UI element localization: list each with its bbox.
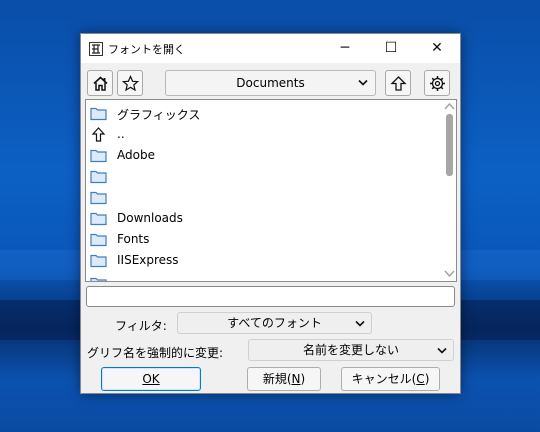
rename-glyphs-dropdown-value: 名前を変更しない (302, 343, 399, 357)
filter-dropdown-value: すべてのフォント (227, 316, 322, 330)
folder-icon (90, 170, 107, 184)
rename-glyphs-label: グリフ名を強制的に変更: (87, 346, 224, 360)
list-item[interactable] (86, 187, 436, 208)
home-button[interactable] (87, 70, 113, 96)
title-bar[interactable]: フォントを開く ─ ☐ ✕ (81, 34, 460, 63)
list-item-label: Fonts (117, 232, 150, 246)
folder-icon (90, 107, 107, 121)
minimize-button[interactable]: ─ (322, 34, 368, 63)
list-item-partial[interactable] (86, 273, 436, 281)
list-item[interactable]: Downloads (86, 208, 436, 229)
star-icon (122, 75, 139, 92)
folder-icon (90, 191, 107, 205)
dialog-title: フォントを開く (108, 43, 185, 56)
folder-icon (90, 254, 107, 268)
filter-dropdown[interactable]: すべてのフォント (177, 312, 372, 334)
new-button-suffix: ) (300, 372, 306, 386)
filename-input[interactable] (86, 286, 455, 307)
new-button-label: 新規( (262, 372, 292, 386)
ok-button[interactable]: OK (101, 367, 201, 391)
cancel-button-mnemonic: C (416, 372, 425, 386)
directory-dropdown-value: Documents (236, 76, 305, 90)
new-button[interactable]: 新規(N) (247, 367, 321, 391)
chevron-down-icon (355, 320, 365, 327)
list-item[interactable]: IISExpress (86, 250, 436, 271)
cancel-button-label: キャンセル( (351, 372, 417, 386)
gear-icon (430, 76, 445, 91)
chevron-down-icon (358, 79, 368, 86)
folder-icon (90, 233, 107, 247)
up-arrow-icon (91, 127, 106, 142)
scroll-down-arrow-icon[interactable] (444, 270, 455, 277)
folder-icon (90, 149, 107, 163)
cancel-button-suffix: ) (424, 372, 430, 386)
home-icon (93, 76, 108, 91)
chevron-down-icon (437, 347, 447, 354)
parent-directory-button[interactable] (385, 70, 411, 96)
file-list[interactable]: グラフィックス .. Adobe Downloads Fonts IISExpr… (85, 99, 457, 282)
ok-button-mnemonic: OK (142, 372, 160, 386)
list-item[interactable]: Fonts (86, 229, 436, 250)
list-item[interactable] (86, 166, 436, 187)
rename-glyphs-dropdown[interactable]: 名前を変更しない (248, 339, 454, 361)
maximize-button[interactable]: ☐ (368, 34, 414, 63)
scrollbar-thumb[interactable] (446, 114, 453, 176)
list-item-label: .. (117, 127, 125, 141)
scroll-up-arrow-icon[interactable] (444, 103, 455, 110)
list-item-label: IISExpress (117, 253, 179, 267)
list-item-label: Downloads (117, 211, 183, 225)
fontforge-app-icon (89, 41, 103, 56)
settings-button[interactable] (424, 70, 450, 96)
list-item-label: グラフィックス (117, 108, 201, 122)
close-button[interactable]: ✕ (414, 34, 460, 63)
up-arrow-icon (390, 76, 407, 91)
cancel-button[interactable]: キャンセル(C) (341, 367, 440, 391)
directory-dropdown[interactable]: Documents (165, 70, 376, 96)
filter-label: フィルタ: (115, 319, 167, 333)
list-item[interactable]: .. (86, 124, 436, 145)
list-item-label: Adobe (117, 148, 155, 162)
folder-icon (90, 277, 107, 281)
list-item[interactable]: Adobe (86, 145, 436, 166)
list-item[interactable]: グラフィックス (86, 103, 436, 124)
folder-icon (90, 212, 107, 226)
open-font-dialog: フォントを開く ─ ☐ ✕ Documents グラフィックス .. Adobe… (80, 33, 461, 394)
vertical-scrollbar[interactable] (441, 100, 456, 281)
bookmark-button[interactable] (117, 70, 143, 96)
